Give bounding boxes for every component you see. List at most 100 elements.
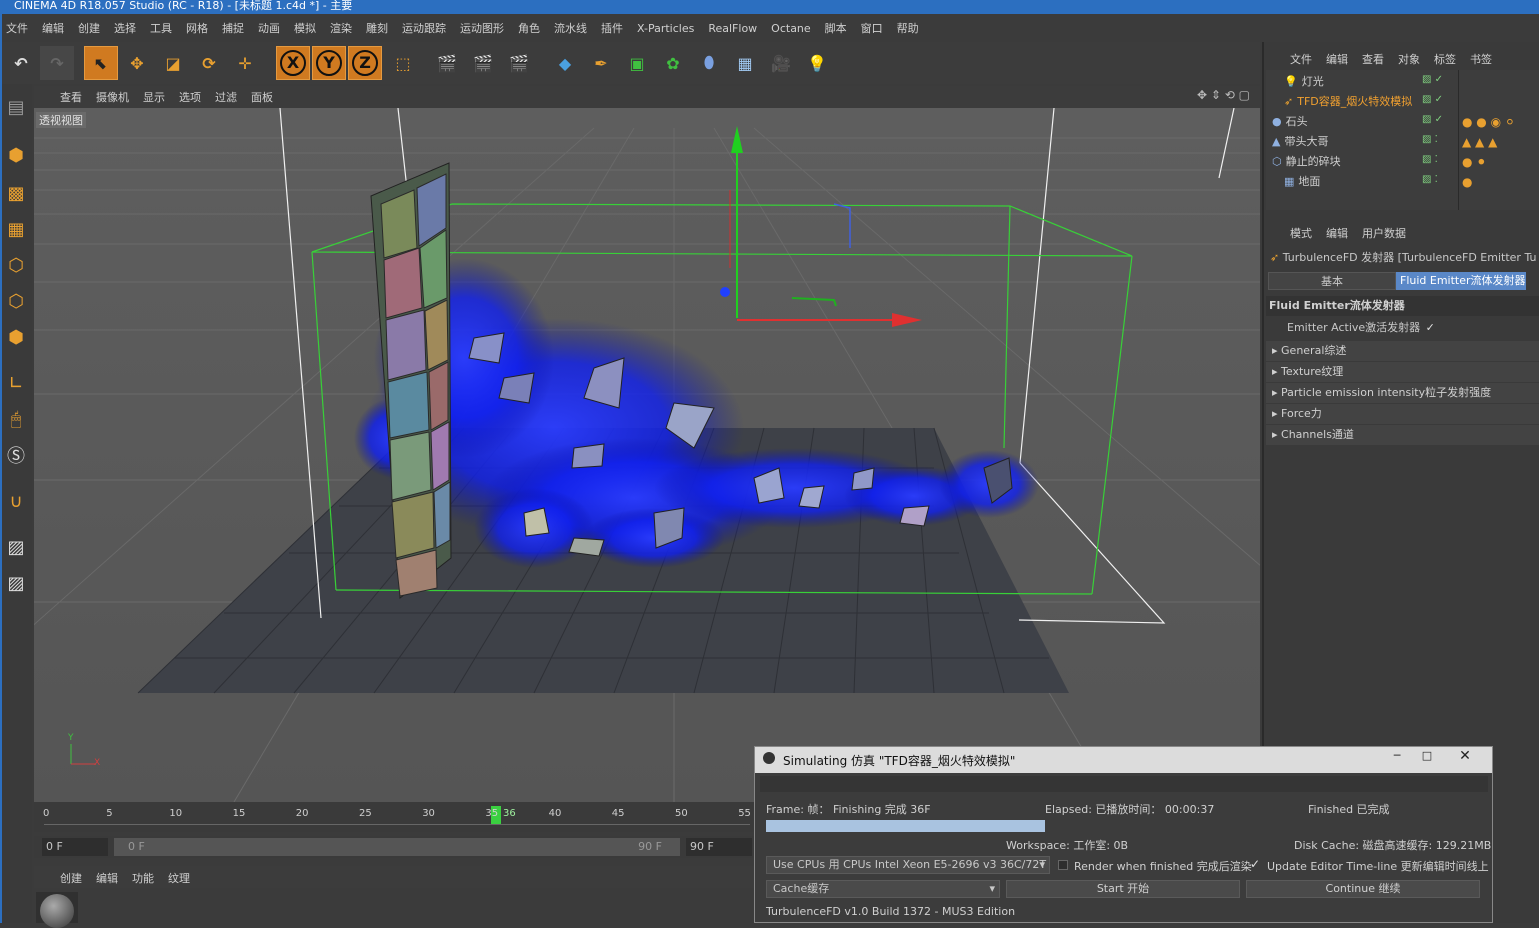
- menu-item-13[interactable]: 角色: [518, 22, 540, 35]
- tag-icons[interactable]: ● ● ◉ ⚪ ▲ ▲ ▲ ● ⚫ ●: [1462, 112, 1538, 192]
- objects-menu-item-2[interactable]: 查看: [1362, 53, 1384, 66]
- objects-menu-item-5[interactable]: 书签: [1470, 53, 1492, 66]
- render-picture-viewer-icon[interactable]: 🎬: [466, 46, 500, 80]
- points-mode-icon[interactable]: ⬡: [2, 250, 30, 280]
- y-axis-icon[interactable]: Y: [312, 46, 346, 80]
- texture-mode-icon[interactable]: ▩: [2, 178, 30, 208]
- cube-icon[interactable]: ◆: [548, 46, 582, 80]
- visibility-toggle-icon[interactable]: ▨ ✓: [1422, 94, 1443, 105]
- attribute-group[interactable]: ▸ General综述: [1266, 341, 1539, 361]
- axis-mode-icon[interactable]: ∟: [2, 368, 30, 398]
- attributes-menu-item-1[interactable]: 编辑: [1326, 227, 1348, 240]
- model-mode-icon[interactable]: ⬢: [2, 140, 30, 170]
- attribute-group[interactable]: ▸ Force力: [1266, 404, 1539, 424]
- deformer-icon[interactable]: ⬮: [692, 46, 726, 80]
- start-button[interactable]: Start 开始: [1006, 880, 1240, 898]
- maximize-icon[interactable]: □: [1413, 749, 1441, 767]
- attribute-group[interactable]: ▸ Particle emission intensity粒子发射强度: [1266, 383, 1539, 403]
- viewport-menu-item-2[interactable]: 显示: [143, 91, 165, 104]
- light-icon[interactable]: 💡: [800, 46, 834, 80]
- live-select-icon[interactable]: ⬉: [84, 46, 118, 80]
- render-settings-icon[interactable]: 🎬: [502, 46, 536, 80]
- workplane-settings-icon[interactable]: ▨: [2, 568, 30, 598]
- menu-item-6[interactable]: 捕捉: [222, 22, 244, 35]
- floor-icon[interactable]: ▦: [728, 46, 762, 80]
- material-menu-item-0[interactable]: 创建: [60, 872, 82, 885]
- z-axis-icon[interactable]: Z: [348, 46, 382, 80]
- visibility-toggle-icon[interactable]: ▨ ✓: [1422, 114, 1443, 125]
- menu-item-9[interactable]: 渲染: [330, 22, 352, 35]
- menu-item-20[interactable]: 窗口: [861, 22, 883, 35]
- menu-item-8[interactable]: 模拟: [294, 22, 316, 35]
- viewport-menu-item-4[interactable]: 过滤: [215, 91, 237, 104]
- viewport-3d[interactable]: 透视视图 Y X: [34, 108, 1260, 802]
- viewport-menu-item-1[interactable]: 摄像机: [96, 91, 129, 104]
- render-view-icon[interactable]: 🎬: [430, 46, 464, 80]
- object-tree-item[interactable]: 💡 灯光: [1268, 72, 1324, 92]
- tweak-mode-icon[interactable]: 🖱: [2, 404, 30, 434]
- objects-menu-item-1[interactable]: 编辑: [1326, 53, 1348, 66]
- objects-menu-item-4[interactable]: 标签: [1434, 53, 1456, 66]
- visibility-toggle-icon[interactable]: ▨ ✓: [1422, 74, 1443, 85]
- menu-item-10[interactable]: 雕刻: [366, 22, 388, 35]
- menu-item-19[interactable]: 脚本: [825, 22, 847, 35]
- material-menu-item-3[interactable]: 纹理: [168, 872, 190, 885]
- update-editor-checkbox[interactable]: ✓: [1250, 857, 1262, 871]
- x-axis-icon[interactable]: X: [276, 46, 310, 80]
- menu-item-12[interactable]: 运动图形: [460, 22, 504, 35]
- menu-item-4[interactable]: 工具: [150, 22, 172, 35]
- edges-mode-icon[interactable]: ⬡: [2, 286, 30, 316]
- range-slider[interactable]: 0 F 90 F: [114, 838, 680, 856]
- redo-icon[interactable]: ↷: [40, 46, 74, 80]
- object-tree-item[interactable]: ⬡ 静止的碎块: [1268, 152, 1341, 172]
- viewport-nav-icons[interactable]: ✥ ⇕ ⟲ ▢: [1197, 88, 1250, 102]
- material-menu-item-1[interactable]: 编辑: [96, 872, 118, 885]
- attributes-menu-item-2[interactable]: 用户数据: [1362, 227, 1406, 240]
- recent-tool-icon[interactable]: ✛: [228, 46, 262, 80]
- attributes-menu-item-0[interactable]: 模式: [1290, 227, 1312, 240]
- magnet-icon[interactable]: ∪: [2, 486, 30, 516]
- start-frame-field[interactable]: 0 F: [42, 838, 108, 856]
- menu-item-5[interactable]: 网格: [186, 22, 208, 35]
- minimize-icon[interactable]: ─: [1383, 749, 1411, 767]
- rotate-icon[interactable]: ⟳: [192, 46, 226, 80]
- snap-icon[interactable]: Ⓢ: [2, 440, 30, 470]
- menu-item-16[interactable]: X-Particles: [637, 22, 694, 35]
- workplane-lock-icon[interactable]: ▨: [2, 532, 30, 562]
- visibility-toggle-icon[interactable]: ▨ ⁚: [1422, 174, 1438, 185]
- objects-menu-item-3[interactable]: 对象: [1398, 53, 1420, 66]
- menu-item-7[interactable]: 动画: [258, 22, 280, 35]
- visibility-toggle-icon[interactable]: ▨ ⁚: [1422, 154, 1438, 165]
- workplane-icon[interactable]: ▦: [2, 214, 30, 244]
- material-ball[interactable]: [36, 892, 78, 928]
- close-icon[interactable]: ✕: [1445, 748, 1485, 766]
- menu-item-15[interactable]: 插件: [601, 22, 623, 35]
- render-when-finished-checkbox[interactable]: [1058, 860, 1068, 870]
- menu-item-17[interactable]: RealFlow: [708, 22, 757, 35]
- viewport-menu-item-0[interactable]: 查看: [60, 91, 82, 104]
- scale-icon[interactable]: ◪: [156, 46, 190, 80]
- viewport-menu-item-5[interactable]: 面板: [251, 91, 273, 104]
- menu-item-21[interactable]: 帮助: [897, 22, 919, 35]
- menu-item-1[interactable]: 编辑: [42, 22, 64, 35]
- menu-item-3[interactable]: 选择: [114, 22, 136, 35]
- material-menu-item-2[interactable]: 功能: [132, 872, 154, 885]
- cpu-select[interactable]: Use CPUs 用 CPUs Intel Xeon E5-2696 v3 36…: [766, 856, 1050, 874]
- tab-basic[interactable]: 基本: [1268, 272, 1396, 290]
- continue-button[interactable]: Continue 继续: [1246, 880, 1480, 898]
- attribute-group[interactable]: ▸ Channels通道: [1266, 425, 1539, 445]
- timeline[interactable]: [34, 802, 754, 832]
- attribute-group[interactable]: ▸ Texture纹理: [1266, 362, 1539, 382]
- objects-menu-item-0[interactable]: 文件: [1290, 53, 1312, 66]
- object-tree-item[interactable]: ▲ 带头大哥: [1268, 132, 1328, 152]
- polygons-mode-icon[interactable]: ⬢: [2, 322, 30, 352]
- emitter-active-checkbox[interactable]: ✓: [1426, 321, 1435, 334]
- menu-item-0[interactable]: 文件: [6, 22, 28, 35]
- visibility-toggle-icon[interactable]: ▨ ⁚: [1422, 134, 1438, 145]
- menu-item-18[interactable]: Octane: [771, 22, 811, 35]
- move-icon[interactable]: ✥: [120, 46, 154, 80]
- object-tree-item[interactable]: ▦ 地面: [1268, 172, 1320, 192]
- menu-item-14[interactable]: 流水线: [554, 22, 587, 35]
- camera-icon[interactable]: 🎥: [764, 46, 798, 80]
- end-frame-field[interactable]: 90 F: [686, 838, 752, 856]
